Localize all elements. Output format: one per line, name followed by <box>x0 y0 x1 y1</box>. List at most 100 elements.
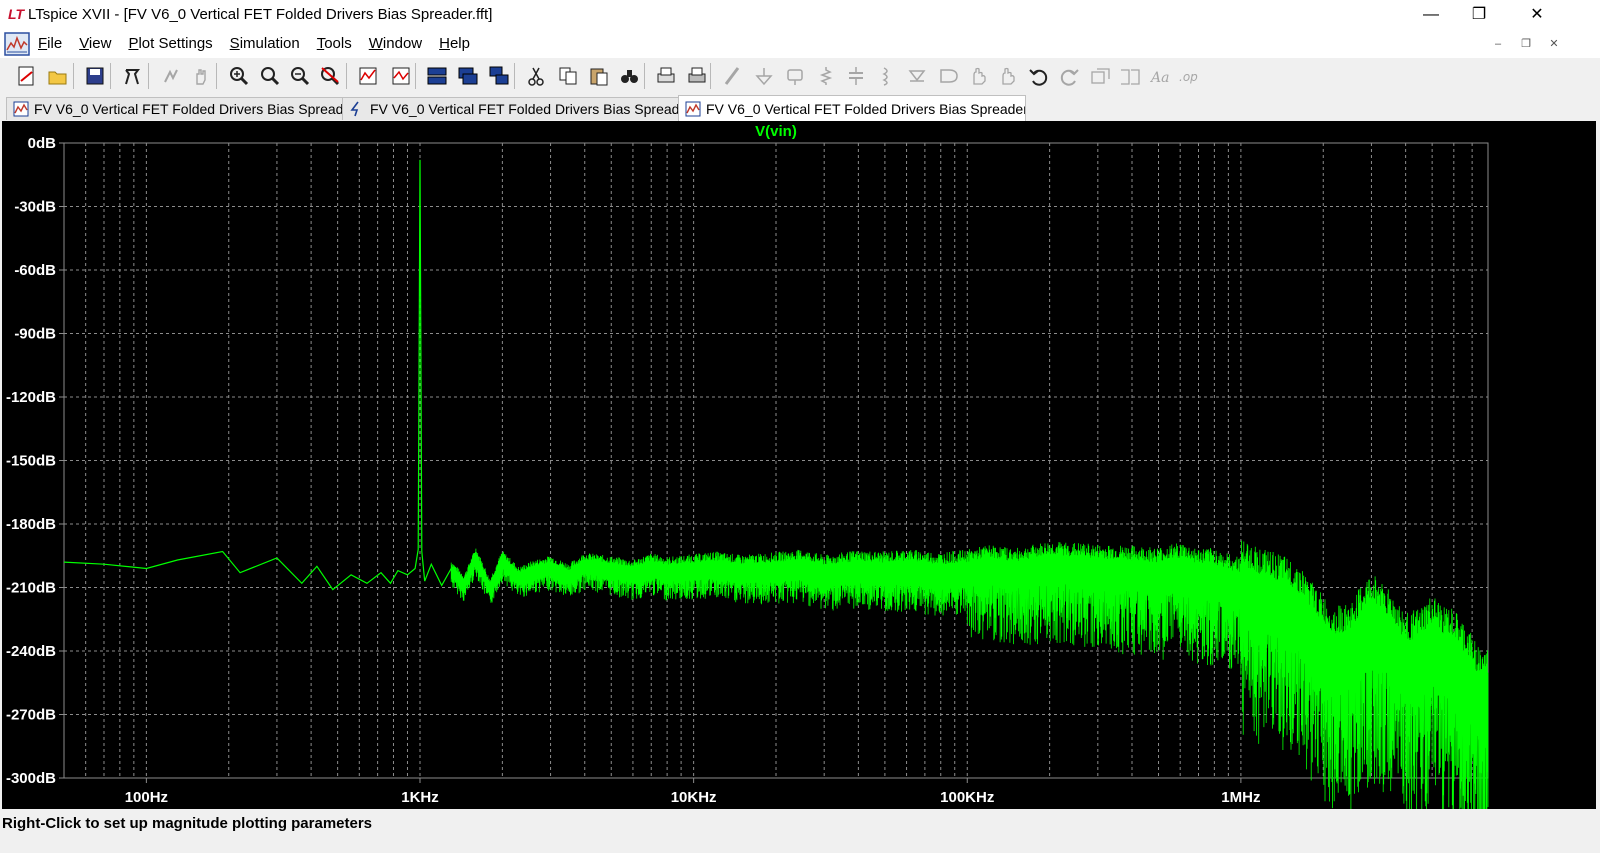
title-bar: LT LTspice XVII - [FV V6_0 Vertical FET … <box>0 0 1600 30</box>
save-icon[interactable] <box>81 62 109 90</box>
paste-icon[interactable] <box>585 62 613 90</box>
y-tick-label: -180dB <box>6 516 56 533</box>
draw-wire-icon[interactable] <box>718 62 746 90</box>
diode-icon[interactable] <box>903 62 931 90</box>
menu-simulation[interactable]: Simulation <box>230 30 309 58</box>
y-tick-label: -120dB <box>6 389 56 406</box>
resistor-icon[interactable] <box>812 62 840 90</box>
zoom-area-glyph <box>261 67 280 86</box>
menu-file[interactable]: File <box>38 30 71 58</box>
ground-icon[interactable] <box>750 62 778 90</box>
status-text: Right-Click to set up magnitude plotting… <box>2 815 373 832</box>
find-icon[interactable] <box>615 62 643 90</box>
cascade-icon[interactable] <box>485 62 513 90</box>
y-tick-label: -30dB <box>14 199 56 216</box>
plot-pane[interactable]: 0dB -30dB -60dB -90dB -120dB -150dB -180dB -210… <box>2 121 1596 853</box>
svg-text:.op: .op <box>1179 70 1198 84</box>
menu-bar: File View Plot Settings Simulation Tools Wind… <box>0 30 1600 59</box>
component-glyph <box>940 69 958 83</box>
drag-glyph <box>1002 67 1015 85</box>
menu-items: File View Plot Settings Simulation Tools Wind… <box>38 30 487 58</box>
capacitor-icon[interactable] <box>842 62 870 90</box>
cut-glyph <box>528 67 544 86</box>
label-net-icon[interactable] <box>781 62 809 90</box>
tile-horizontal-icon[interactable] <box>423 62 451 90</box>
zoom-area-icon[interactable] <box>256 62 284 90</box>
control-panel-icon[interactable] <box>118 62 146 90</box>
mdi-close-button[interactable]: ✕ <box>1544 34 1564 54</box>
undo-glyph <box>1029 69 1048 86</box>
control-panel-glyph <box>125 69 140 85</box>
maximize-button[interactable]: ❐ <box>1456 0 1502 30</box>
drag-icon[interactable] <box>994 62 1022 90</box>
fft-plot[interactable]: 0dB -30dB -60dB -90dB -120dB -150dB -180dB -210… <box>2 121 1596 853</box>
open-folder-icon[interactable] <box>44 62 72 90</box>
zoom-cancel-glyph <box>321 67 340 86</box>
zoom-in-glyph <box>230 67 249 86</box>
mdi-restore-button[interactable]: ❐ <box>1516 34 1536 54</box>
print-icon[interactable] <box>683 62 711 90</box>
zoom-out-icon[interactable] <box>286 62 314 90</box>
print-preview-icon[interactable] <box>652 62 680 90</box>
zoom-in-icon[interactable] <box>225 62 253 90</box>
menu-window[interactable]: Window <box>369 30 431 58</box>
toolbar-separator <box>73 63 74 89</box>
label-net-glyph <box>787 69 803 85</box>
inductor-icon[interactable] <box>872 62 900 90</box>
spice-directive-icon[interactable]: .op <box>1175 62 1203 90</box>
x-tick-label: 1KHz <box>401 789 439 806</box>
menu-help[interactable]: Help <box>439 30 479 58</box>
waveform-document-icon[interactable] <box>4 31 30 57</box>
run-icon[interactable] <box>157 62 185 90</box>
close-button[interactable]: ✕ <box>1514 0 1560 30</box>
resistor-glyph <box>819 67 833 85</box>
redo-glyph <box>1060 69 1079 86</box>
window-title: LTspice XVII - [FV V6_0 Vertical FET Fol… <box>28 6 493 23</box>
add-trace-glyph <box>392 67 410 85</box>
minimize-button[interactable]: — <box>1408 0 1454 30</box>
rotate-icon[interactable] <box>1087 62 1115 90</box>
zoom-cancel-icon[interactable] <box>316 62 344 90</box>
cut-icon[interactable] <box>522 62 550 90</box>
copy-icon[interactable] <box>554 62 582 90</box>
menu-view[interactable]: View <box>79 30 120 58</box>
y-tick-label: 0dB <box>28 135 57 152</box>
find-glyph <box>621 70 638 83</box>
tab-3[interactable]: FV V6_0 Vertical FET Folded Drivers Bias… <box>678 95 1026 121</box>
tab-1[interactable]: FV V6_0 Vertical FET Folded Drivers Bias… <box>6 97 344 120</box>
new-schematic-icon[interactable] <box>12 62 40 90</box>
move-icon[interactable] <box>964 62 992 90</box>
undo-icon[interactable] <box>1025 62 1053 90</box>
cascade-glyph <box>489 66 509 85</box>
menu-tools[interactable]: Tools <box>317 30 361 58</box>
tile-horizontal-glyph <box>427 67 447 85</box>
tab-label: FV V6_0 Vertical FET Folded Drivers Bias… <box>370 101 680 117</box>
y-tick-label: -210dB <box>6 580 56 597</box>
run-glyph <box>164 69 178 83</box>
mirror-icon[interactable] <box>1116 62 1144 90</box>
mdi-minimize-button[interactable]: – <box>1488 34 1508 54</box>
y-tick-label: -60dB <box>14 262 56 279</box>
mirror-glyph <box>1121 69 1140 85</box>
text-icon[interactable]: Aa <box>1146 62 1174 90</box>
component-icon[interactable] <box>935 62 963 90</box>
add-trace-icon[interactable] <box>387 62 415 90</box>
toolbar-separator <box>216 63 217 89</box>
toolbar-separator <box>148 63 149 89</box>
plot-frame <box>63 142 1489 779</box>
autorange-icon[interactable] <box>354 62 382 90</box>
ground-glyph <box>755 68 773 86</box>
y-tick-label: -300dB <box>6 770 56 787</box>
toolbar-separator <box>110 63 111 89</box>
tab-label: FV V6_0 Vertical FET Folded Drivers Bias… <box>706 100 1026 117</box>
diode-glyph <box>908 70 926 82</box>
trace-title[interactable]: V(vin) <box>755 123 797 140</box>
redo-icon[interactable] <box>1055 62 1083 90</box>
print-preview-glyph <box>657 67 675 83</box>
menu-plot-settings[interactable]: Plot Settings <box>128 30 221 58</box>
tile-vertical-icon[interactable] <box>454 62 482 90</box>
halt-glyph <box>196 69 206 85</box>
tab-2[interactable]: FV V6_0 Vertical FET Folded Drivers Bias… <box>342 97 680 120</box>
schematic-icon <box>350 101 359 117</box>
halt-icon[interactable] <box>187 62 215 90</box>
